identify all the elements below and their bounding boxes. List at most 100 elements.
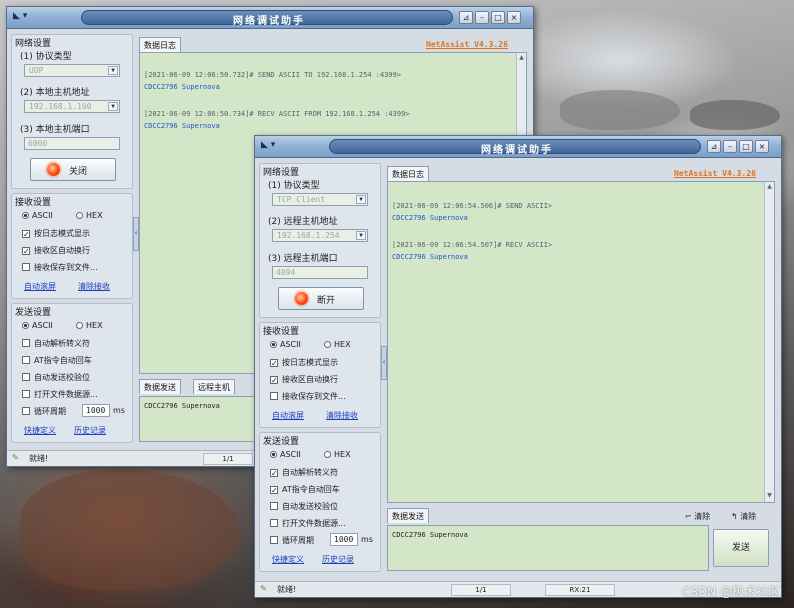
- checkbox-label: 接收区自动换行: [282, 375, 338, 384]
- send-ascii-radio[interactable]: ASCII: [270, 450, 301, 459]
- send-input[interactable]: CDCC2796 Supernova: [387, 525, 709, 571]
- protocol-select[interactable]: TCP Client ▼: [272, 193, 368, 206]
- checkbox-box: [270, 519, 278, 527]
- protocol-select[interactable]: UDP ▼: [24, 64, 120, 77]
- checkbox-box: [270, 392, 278, 400]
- disconnect-button[interactable]: 断开: [278, 287, 364, 310]
- at-auto-enter-checkbox[interactable]: ✓ AT指令自动回车: [270, 484, 340, 495]
- chevron-down-icon[interactable]: ▼: [108, 102, 118, 111]
- title-bar[interactable]: ◣ ▾ 网络调试助手 ⊿ – □ ×: [7, 7, 533, 29]
- period-input[interactable]: 1000: [330, 533, 358, 546]
- close-connection-button[interactable]: 关闭: [30, 158, 116, 181]
- auto-scroll-link[interactable]: 自动滚屏: [272, 410, 304, 421]
- window-menu-icon[interactable]: ◣ ▾: [261, 140, 289, 153]
- maximize-icon[interactable]: □: [739, 140, 753, 153]
- minimize-icon[interactable]: –: [723, 140, 737, 153]
- radio-label: HEX: [334, 450, 351, 459]
- escape-parse-checkbox[interactable]: 自动解析转义符: [22, 338, 90, 349]
- send-ascii-radio[interactable]: ASCII: [22, 321, 53, 330]
- title-bar[interactable]: ◣ ▾ 网络调试助手 ⊿ – □ ×: [255, 136, 781, 158]
- host-select[interactable]: 192.168.1.254 ▼: [272, 229, 368, 242]
- checkbox-label: 打开文件数据源...: [282, 519, 346, 528]
- file-source-checkbox[interactable]: 打开文件数据源...: [270, 518, 346, 529]
- scroll-up-icon[interactable]: ▲: [765, 183, 774, 192]
- history-link[interactable]: 历史记录: [322, 554, 354, 565]
- minimize-icon[interactable]: –: [475, 11, 489, 24]
- pin-icon[interactable]: ⊿: [707, 140, 721, 153]
- tab-data-log[interactable]: 数据日志: [387, 166, 429, 181]
- version-link[interactable]: NetAssist V4.3.26: [674, 169, 756, 178]
- radio-label: ASCII: [32, 321, 53, 330]
- recv-hex-radio[interactable]: HEX: [76, 211, 103, 220]
- send-button[interactable]: 发送: [713, 529, 769, 567]
- save-to-file-checkbox[interactable]: 接收保存到文件...: [22, 262, 98, 273]
- at-auto-enter-checkbox[interactable]: AT指令自动回车: [22, 355, 92, 366]
- scroll-up-icon[interactable]: ▲: [517, 54, 526, 63]
- checkbox-label: AT指令自动回车: [34, 356, 92, 365]
- close-icon[interactable]: ×: [507, 11, 521, 24]
- file-source-checkbox[interactable]: 打开文件数据源...: [22, 389, 98, 400]
- protocol-label: (1) 协议类型: [20, 52, 72, 62]
- tab-data-log[interactable]: 数据日志: [139, 37, 181, 52]
- history-link[interactable]: 历史记录: [74, 425, 106, 436]
- period-input[interactable]: 1000: [82, 404, 110, 417]
- version-link[interactable]: NetAssist V4.3.26: [426, 40, 508, 49]
- radio-label: HEX: [334, 340, 351, 349]
- status-text: 就绪!: [277, 585, 297, 594]
- clear-recv-link[interactable]: 清除接收: [326, 410, 358, 421]
- loop-period-checkbox[interactable]: 循环周期: [270, 535, 314, 546]
- port-label: (3) 本地主机端口: [20, 125, 90, 135]
- quick-define-link[interactable]: 快捷定义: [272, 554, 304, 565]
- window-menu-icon[interactable]: ◣ ▾: [13, 11, 41, 24]
- close-icon[interactable]: ×: [755, 140, 769, 153]
- recv-ascii-radio[interactable]: ASCII: [270, 340, 301, 349]
- checkbox-box: [22, 339, 30, 347]
- period-unit: ms: [113, 406, 125, 415]
- tab-data-send[interactable]: 数据发送: [387, 508, 429, 523]
- tab-data-send[interactable]: 数据发送: [139, 379, 181, 394]
- send-hex-radio[interactable]: HEX: [76, 321, 103, 330]
- auto-checksum-checkbox[interactable]: 自动发送校验位: [22, 372, 90, 383]
- clear-send-button[interactable]: ⌐ 清除: [685, 511, 710, 522]
- chevron-down-icon[interactable]: ▼: [356, 195, 366, 204]
- net-settings-group: 网络设置 (1) 协议类型 TCP Client ▼ (2) 远程主机地址 19…: [259, 163, 381, 318]
- checkbox-box: [22, 373, 30, 381]
- log-data: CDCC2796 Supernova: [144, 122, 220, 130]
- checkbox-label: 循环周期: [34, 407, 66, 416]
- pin-icon[interactable]: ⊿: [459, 11, 473, 24]
- radio-dot: [76, 212, 83, 219]
- protocol-value: UDP: [29, 66, 44, 75]
- checkbox-label: AT指令自动回车: [282, 485, 340, 494]
- recv-hex-radio[interactable]: HEX: [324, 340, 351, 349]
- port-input[interactable]: 4094: [272, 266, 368, 279]
- clear-recv-link[interactable]: 清除接收: [78, 281, 110, 292]
- send-input[interactable]: CDCC2796 Supernova: [139, 396, 261, 442]
- host-select[interactable]: 192.168.1.100 ▼: [24, 100, 120, 113]
- chevron-down-icon[interactable]: ▼: [356, 231, 366, 240]
- clear-all-button[interactable]: ↰ 清除: [731, 511, 756, 522]
- auto-wrap-checkbox[interactable]: ✓ 接收区自动换行: [22, 245, 90, 256]
- loop-period-checkbox[interactable]: 循环周期: [22, 406, 66, 417]
- send-hex-radio[interactable]: HEX: [324, 450, 351, 459]
- chevron-down-icon[interactable]: ▼: [108, 66, 118, 75]
- log-mode-checkbox[interactable]: ✓ 按日志模式显示: [270, 357, 338, 368]
- log-mode-checkbox[interactable]: ✓ 按日志模式显示: [22, 228, 90, 239]
- tab-remote-host[interactable]: 远程主机: [193, 379, 235, 394]
- auto-scroll-link[interactable]: 自动滚屏: [24, 281, 56, 292]
- net-settings-group: 网络设置 (1) 协议类型 UDP ▼ (2) 本地主机地址 192.168.1…: [11, 34, 133, 189]
- maximize-icon[interactable]: □: [491, 11, 505, 24]
- send-text: CDCC2796 Supernova: [392, 531, 468, 539]
- send-settings-group: 发送设置 ASCII HEX 自动解析转义符 AT指令自动回车 自动发送校验位 …: [11, 303, 133, 443]
- status-light-icon: [47, 163, 60, 176]
- escape-parse-checkbox[interactable]: ✓ 自动解析转义符: [270, 467, 338, 478]
- checkbox-label: 循环周期: [282, 536, 314, 545]
- port-input[interactable]: 6000: [24, 137, 120, 150]
- auto-checksum-checkbox[interactable]: 自动发送校验位: [270, 501, 338, 512]
- checkbox-label: 自动解析转义符: [34, 339, 90, 348]
- scroll-down-icon[interactable]: ▼: [765, 492, 774, 501]
- auto-wrap-checkbox[interactable]: ✓ 接收区自动换行: [270, 374, 338, 385]
- quick-define-link[interactable]: 快捷定义: [24, 425, 56, 436]
- log-scrollbar[interactable]: ▲ ▼: [764, 182, 774, 502]
- save-to-file-checkbox[interactable]: 接收保存到文件...: [270, 391, 346, 402]
- recv-ascii-radio[interactable]: ASCII: [22, 211, 53, 220]
